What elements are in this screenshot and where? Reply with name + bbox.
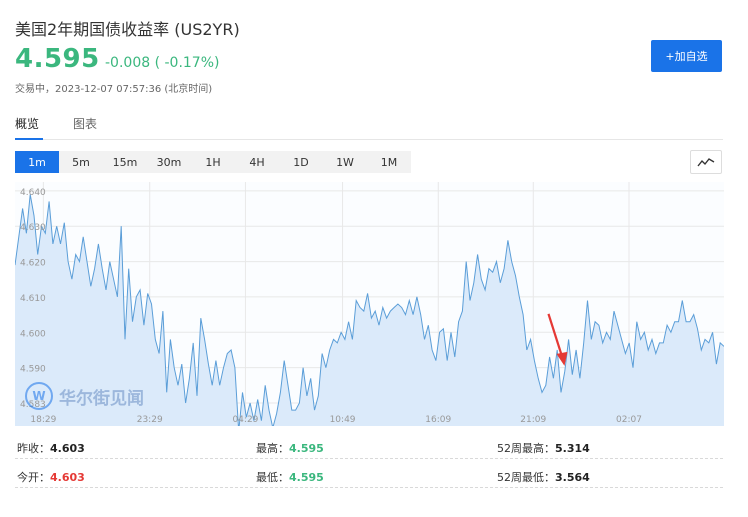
- price-change: -0.008 ( -0.17%): [105, 55, 220, 71]
- stat-52w-low-value: 3.564: [555, 471, 590, 484]
- tab-overview[interactable]: 概览: [15, 115, 43, 140]
- stat-52w-high-label: 52周最高：: [497, 442, 555, 455]
- y-tick-label: 4.600: [20, 329, 46, 339]
- stat-high-label: 最高：: [256, 442, 289, 455]
- stat-52w-low: 52周最低：3.564: [497, 469, 590, 485]
- y-tick-label: 4.640: [20, 188, 46, 198]
- price-chart[interactable]: 4.640 4.630 4.620 4.610 4.600 4.590 4.583 18:29…: [15, 182, 724, 426]
- period-1w[interactable]: 1W: [323, 151, 367, 173]
- stat-low-value: 4.595: [289, 471, 324, 484]
- x-tick-label: 02:07: [616, 415, 642, 425]
- trading-status: 交易中，2023-12-07 07:57:36 (北京时间): [15, 84, 213, 95]
- stat-52w-high-value: 5.314: [555, 442, 590, 455]
- stat-prev-close-value: 4.603: [50, 442, 85, 455]
- y-tick-label: 4.620: [20, 259, 46, 269]
- period-5m[interactable]: 5m: [59, 151, 103, 173]
- stat-open-value: 4.603: [50, 471, 85, 484]
- current-price: 4.595: [15, 44, 100, 74]
- stat-high-value: 4.595: [289, 442, 324, 455]
- x-tick-label: 04:29: [232, 415, 258, 425]
- tab-chart[interactable]: 图表: [73, 115, 103, 140]
- period-30m[interactable]: 30m: [147, 151, 191, 173]
- stat-prev-close-label: 昨收：: [17, 442, 50, 455]
- stat-open-label: 今开：: [17, 471, 50, 484]
- stats-row-2: 今开：4.603 最低：4.595 52周最低：3.564: [15, 462, 723, 488]
- period-15m[interactable]: 15m: [103, 151, 147, 173]
- stat-52w-low-label: 52周最低：: [497, 471, 555, 484]
- y-tick-label: 4.630: [20, 223, 46, 233]
- x-tick-label: 10:49: [330, 415, 356, 425]
- watermark-logo: W 华尔街见闻: [25, 382, 144, 410]
- tab-bar: 概览 图表: [15, 115, 723, 140]
- x-tick-label: 16:09: [425, 415, 451, 425]
- watermark-icon: W: [25, 382, 53, 410]
- y-tick-label: 4.590: [20, 365, 46, 375]
- period-1mo[interactable]: 1M: [367, 151, 411, 173]
- x-tick-label: 21:09: [520, 415, 546, 425]
- period-1m[interactable]: 1m: [15, 151, 59, 173]
- period-1h[interactable]: 1H: [191, 151, 235, 173]
- period-4h[interactable]: 4H: [235, 151, 279, 173]
- stat-open: 今开：4.603: [17, 469, 85, 485]
- period-1d[interactable]: 1D: [279, 151, 323, 173]
- y-tick-label: 4.610: [20, 294, 46, 304]
- chart-type-button[interactable]: [690, 150, 722, 174]
- stat-high: 最高：4.595: [256, 440, 324, 456]
- stats-row-1: 昨收：4.603 最高：4.595 52周最高：5.314: [15, 433, 723, 459]
- watermark-text: 华尔街见闻: [59, 388, 144, 409]
- line-chart-icon: [697, 158, 715, 167]
- x-tick-label: 18:29: [30, 415, 56, 425]
- stat-52w-high: 52周最高：5.314: [497, 440, 590, 456]
- x-tick-label: 23:29: [137, 415, 163, 425]
- page-title: 美国2年期国债收益率 (US2YR): [15, 20, 240, 39]
- stat-low-label: 最低：: [256, 471, 289, 484]
- period-selector: 1m 5m 15m 30m 1H 4H 1D 1W 1M: [15, 151, 411, 173]
- stat-prev-close: 昨收：4.603: [17, 440, 85, 456]
- add-watchlist-button[interactable]: +加自选: [651, 40, 722, 72]
- stat-low: 最低：4.595: [256, 469, 324, 485]
